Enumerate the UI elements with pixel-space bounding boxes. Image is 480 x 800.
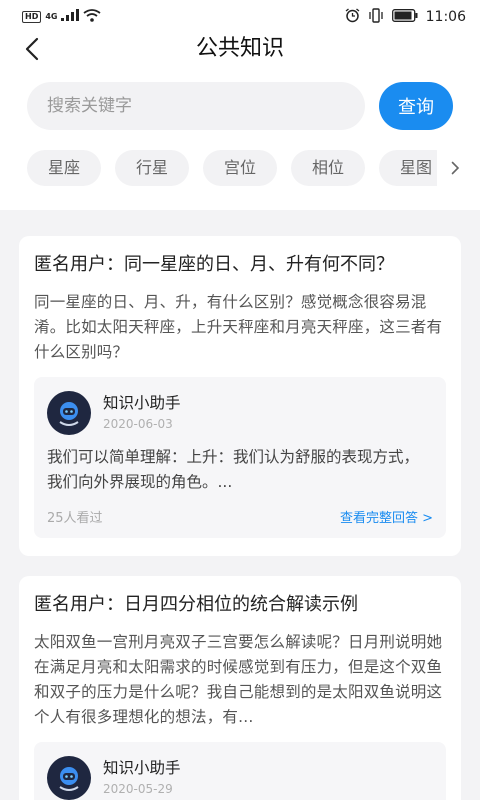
status-left: HD 4G: [22, 8, 102, 26]
vibrate-icon: [368, 7, 384, 27]
signal-icon: [61, 9, 80, 25]
author-meta: 知识小助手 2020-06-03: [103, 392, 181, 434]
category-chips: 星座 行星 宫位 相位 星图: [27, 150, 437, 188]
chevron-right-icon[interactable]: [447, 160, 463, 176]
avatar: [47, 391, 91, 435]
answer-date: 2020-06-03: [103, 417, 173, 431]
answer-box: 知识小助手 2020-05-29: [34, 742, 446, 800]
question-card[interactable]: 匿名用户：日月四分相位的统合解读示例 太阳双鱼一宫刑月亮双子三宫要怎么解读呢？日…: [19, 576, 461, 800]
page-title: 公共知识: [195, 36, 284, 61]
answer-head: 知识小助手 2020-05-29: [47, 756, 433, 800]
hd-badge: HD: [22, 11, 42, 23]
view-full-answer-link[interactable]: 查看完整回答 >: [340, 507, 433, 526]
chip-category[interactable]: 宫位: [203, 150, 277, 186]
answer-footer: 25人看过 查看完整回答 >: [47, 507, 433, 526]
top-area: 公共知识 查询 星座行星宫位相位星图: [0, 34, 480, 210]
question-description: 太阳双鱼一宫刑月亮双子三宫要怎么解读呢？日月刑说明她在满足月亮和太阳需求的时候感…: [34, 633, 443, 726]
author-meta: 知识小助手 2020-05-29: [103, 757, 181, 799]
view-count: 25人看过: [47, 511, 103, 526]
status-time: 11:06: [425, 9, 466, 25]
search-button[interactable]: 查询: [379, 82, 453, 130]
chip-category[interactable]: 星座: [27, 150, 101, 186]
question-title: 匿名用户：同一星座的日、月、升有何不同？: [34, 254, 394, 275]
author-name: 知识小助手: [103, 394, 181, 412]
question-title: 匿名用户：日月四分相位的统合解读示例: [34, 594, 358, 615]
battery-icon: [391, 8, 418, 26]
search-input[interactable]: [27, 82, 365, 130]
answer-box: 知识小助手 2020-06-03 我们可以简单理解：上升：我们认为舒服的表现方式…: [34, 377, 446, 538]
answer-text: 我们可以简单理解：上升：我们认为舒服的表现方式，我们向外界展现的角色。...: [47, 448, 420, 491]
network-type: 4G: [45, 12, 58, 21]
author-name: 知识小助手: [103, 759, 181, 777]
wifi-icon: [83, 8, 102, 26]
robot-icon: [59, 767, 79, 791]
answer-date: 2020-05-29: [103, 782, 173, 796]
status-right: 11:06: [345, 7, 466, 27]
chip-category[interactable]: 星图: [379, 150, 437, 186]
question-description: 同一星座的日、月、升，有什么区别？感觉概念很容易混淆。比如太阳天秤座，上升天秤座…: [34, 293, 443, 361]
question-card[interactable]: 匿名用户：同一星座的日、月、升有何不同？ 同一星座的日、月、升，有什么区别？感觉…: [19, 236, 461, 556]
avatar: [47, 756, 91, 800]
chip-category[interactable]: 行星: [115, 150, 189, 186]
alarm-icon: [345, 7, 360, 27]
answer-head: 知识小助手 2020-06-03: [47, 391, 433, 435]
robot-icon: [59, 402, 79, 426]
status-bar: HD 4G 11:06: [0, 0, 480, 34]
chip-category[interactable]: 相位: [291, 150, 365, 186]
